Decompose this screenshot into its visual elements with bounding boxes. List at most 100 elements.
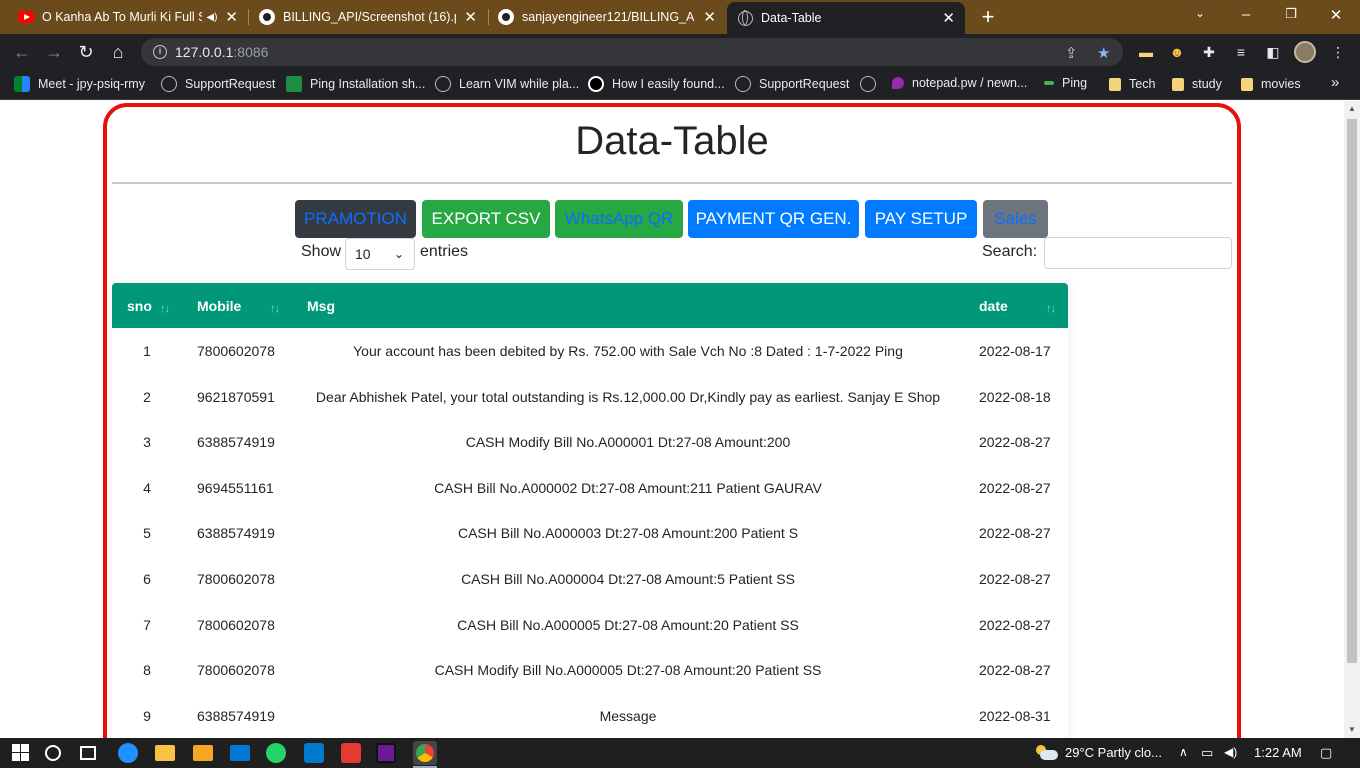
sales-button[interactable]: Sales [983,200,1048,238]
bookmark-label: SupportRequest [185,77,276,91]
export-csv-button[interactable]: EXPORT CSV [422,200,550,238]
chevron-up-icon[interactable]: ∧ [1179,745,1188,759]
notifications-icon[interactable]: ▢ [1320,745,1332,761]
whatsapp-icon[interactable] [266,743,286,763]
bookmark-star-icon[interactable]: ★ [1097,44,1110,62]
clock-time[interactable]: 1:22 AM [1254,745,1302,760]
whatsapp-qr-button[interactable]: WhatsApp QR [555,200,683,238]
file-explorer-icon[interactable] [155,745,175,761]
media-controls-icon[interactable]: ≡ [1231,42,1251,62]
vscode-icon[interactable] [304,743,324,763]
bookmark-notepad[interactable]: notepad.pw / newn... [892,76,1027,90]
store-icon[interactable] [193,745,213,761]
edge-icon[interactable] [118,743,138,763]
weather-icon[interactable] [1034,745,1058,761]
window-close-icon[interactable]: ✕ [1326,6,1346,24]
reload-icon[interactable]: ↻ [75,41,97,63]
new-tab-button[interactable]: + [976,5,1000,29]
network-icon[interactable]: ▭ [1201,745,1213,761]
tab-youtube[interactable]: O Kanha Ab To Murli Ki Full S ◀) ✕ [8,0,248,34]
restore-icon[interactable]: ❐ [1281,6,1301,22]
folder-extension-icon[interactable]: ▬ [1136,42,1156,62]
scroll-up-icon[interactable]: ▲ [1348,104,1356,113]
bookmark-learn-vim[interactable]: Learn VIM while pla... [435,76,579,92]
url-port: :8086 [233,44,269,60]
bookmark-globe-empty[interactable] [860,76,884,92]
tab-data-table[interactable]: Data-Table ✕ [727,2,965,34]
cell-mobile: 6388574919 [197,434,275,451]
back-icon[interactable]: ← [11,41,33,63]
header-mobile[interactable]: Mobile [197,298,241,314]
task-view-icon[interactable] [80,746,96,760]
weather-text[interactable]: 29°C Partly clo... [1065,745,1162,760]
promotion-button[interactable]: PRAMOTION [295,200,416,238]
sort-icon[interactable]: ↑↓ [160,303,170,315]
more-bookmarks-icon[interactable]: » [1331,74,1339,91]
entries-value: 10 [355,246,371,262]
bookmark-folder-movies[interactable]: movies [1241,76,1301,91]
close-icon[interactable]: ✕ [703,8,716,26]
cell-msg: CASH Bill No.A000004 Dt:27-08 Amount:5 P… [461,571,795,587]
bookmark-ping[interactable]: Ping [1044,76,1087,90]
bookmark-ping-installation[interactable]: Ping Installation sh... [286,76,425,92]
bookmark-folder-study[interactable]: study [1172,76,1222,91]
close-icon[interactable]: ✕ [225,8,238,26]
windows-start-icon[interactable] [11,743,31,763]
minimize-icon[interactable]: – [1236,6,1256,23]
home-icon[interactable]: ⌂ [107,41,129,63]
cell-msg: Message [599,707,657,724]
github-icon [259,9,275,25]
tab-label: BILLING_API/Screenshot (16).png [283,10,457,24]
close-icon[interactable]: ✕ [464,8,477,26]
sort-icon[interactable]: ↑↓ [270,303,280,315]
ping-icon [1044,81,1054,85]
scroll-down-icon[interactable]: ▼ [1348,725,1356,734]
cell-sno: 4 [143,479,151,496]
mail-icon[interactable] [230,745,250,761]
search-input[interactable] [1044,237,1232,269]
chrome-taskbar-item[interactable] [413,741,437,765]
header-date[interactable]: date [979,298,1008,314]
forward-icon[interactable]: → [43,41,65,63]
bookmark-folder-tech[interactable]: Tech [1109,76,1155,91]
url-text[interactable]: 127.0.0.1:8086 [175,44,268,60]
bookmark-medium[interactable]: How I easily found... [588,76,725,92]
site-info-icon[interactable]: i [153,45,167,59]
share-icon[interactable]: ⇪ [1065,44,1078,62]
tab-github-repo[interactable]: sanjayengineer121/BILLING_API ✕ [488,0,726,34]
medium-icon [588,76,604,92]
cell-sno: 8 [143,662,151,679]
header-msg[interactable]: Msg [307,298,335,314]
close-icon[interactable]: ✕ [942,9,955,27]
side-panel-icon[interactable]: ◧ [1263,42,1283,62]
scrollbar-thumb[interactable] [1347,119,1357,663]
cell-date: 2022-08-27 [979,525,1051,542]
bookmark-supportrequest[interactable]: SupportRequest [161,76,275,92]
cell-date: 2022-08-31 [979,707,1051,724]
page-scrollbar[interactable]: ▲ ▼ [1344,101,1360,738]
cell-sno: 6 [143,571,151,587]
emoji-extension-icon[interactable]: ☻ [1167,42,1187,62]
tab-search-icon[interactable]: ⌄ [1190,6,1210,20]
profile-avatar[interactable] [1294,41,1316,63]
speaker-icon[interactable]: ◀) [206,12,217,23]
table-row: 2 9621870591 Dear Abhishek Patel, your tot… [112,374,1068,420]
volume-icon[interactable]: ◀) [1224,745,1237,759]
search-icon[interactable] [45,745,61,761]
bookmark-meet[interactable]: Meet - jpy-psiq-rmy [14,76,145,92]
globe-icon [435,76,451,92]
media-app-icon[interactable] [376,743,396,763]
tab-label: Data-Table [761,11,822,25]
tab-github-screenshot[interactable]: BILLING_API/Screenshot (16).png ✕ [249,0,487,34]
entries-select[interactable]: 10 ⌄ [345,238,415,270]
folder-icon [1109,78,1121,91]
header-sno[interactable]: sno [127,298,152,314]
payment-qr-button[interactable]: PAYMENT QR GEN. [688,200,859,238]
sort-icon[interactable]: ↑↓ [1046,303,1056,315]
extensions-icon[interactable]: ✚ [1199,42,1219,62]
app-red-icon[interactable] [341,743,361,763]
menu-icon[interactable]: ⋮ [1328,42,1348,62]
address-bar[interactable]: i 127.0.0.1:8086 ⇪ ★ [141,38,1123,66]
bookmark-supportrequest-2[interactable]: SupportRequest [735,76,849,92]
pay-setup-button[interactable]: PAY SETUP [865,200,977,238]
